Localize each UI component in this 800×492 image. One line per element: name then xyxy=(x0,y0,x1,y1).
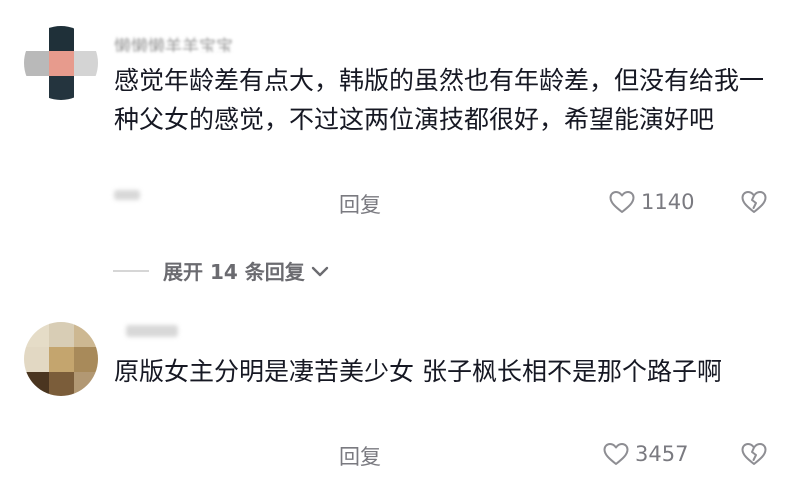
dislike-button[interactable] xyxy=(741,442,767,470)
broken-heart-icon xyxy=(741,443,767,470)
comment-username[interactable] xyxy=(126,325,178,337)
avatar-cell xyxy=(49,26,74,51)
reply-button[interactable]: 回复 xyxy=(339,189,381,219)
avatar-cell xyxy=(49,372,74,396)
like-button[interactable]: 1140 xyxy=(609,190,694,214)
comment-text: 原版女主分明是凄苦美少女 张子枫长相不是那个路子啊 xyxy=(114,357,722,386)
broken-heart-icon xyxy=(741,191,767,218)
reply-button[interactable]: 回复 xyxy=(339,441,381,471)
avatar-cell xyxy=(74,51,98,76)
dislike-button[interactable] xyxy=(741,190,767,218)
avatar-cell xyxy=(49,347,74,372)
like-count: 1140 xyxy=(641,190,695,214)
avatar-cell xyxy=(24,322,49,347)
like-button[interactable]: 3457 xyxy=(603,442,688,466)
avatar[interactable] xyxy=(24,322,98,396)
expand-divider xyxy=(113,270,149,272)
like-count: 3457 xyxy=(635,442,689,466)
comment-username[interactable]: 懒懒懒羊羊宝宝 xyxy=(114,34,284,52)
avatar[interactable] xyxy=(24,26,98,100)
comment-text: 感觉年龄差有点大，韩版的虽然也有年龄差，但没有给我一种父女的感觉，不过这两位演技… xyxy=(114,66,765,134)
avatar-cell xyxy=(74,372,98,396)
comment-meta xyxy=(114,190,140,200)
avatar-cell xyxy=(49,322,74,347)
avatar-cell xyxy=(74,322,98,347)
avatar-cell xyxy=(49,76,74,100)
chevron-down-icon xyxy=(305,259,329,283)
avatar-cell xyxy=(24,372,49,396)
heart-outline-icon xyxy=(603,442,629,466)
avatar-cell xyxy=(24,51,49,76)
expand-replies-label: 展开 14 条回复 xyxy=(163,260,305,284)
avatar-cell xyxy=(24,347,49,372)
heart-outline-icon xyxy=(609,190,635,214)
avatar-cell xyxy=(49,51,74,76)
avatar-cell xyxy=(74,347,98,372)
expand-replies-button[interactable]: 展开 14 条回复 xyxy=(163,256,329,285)
